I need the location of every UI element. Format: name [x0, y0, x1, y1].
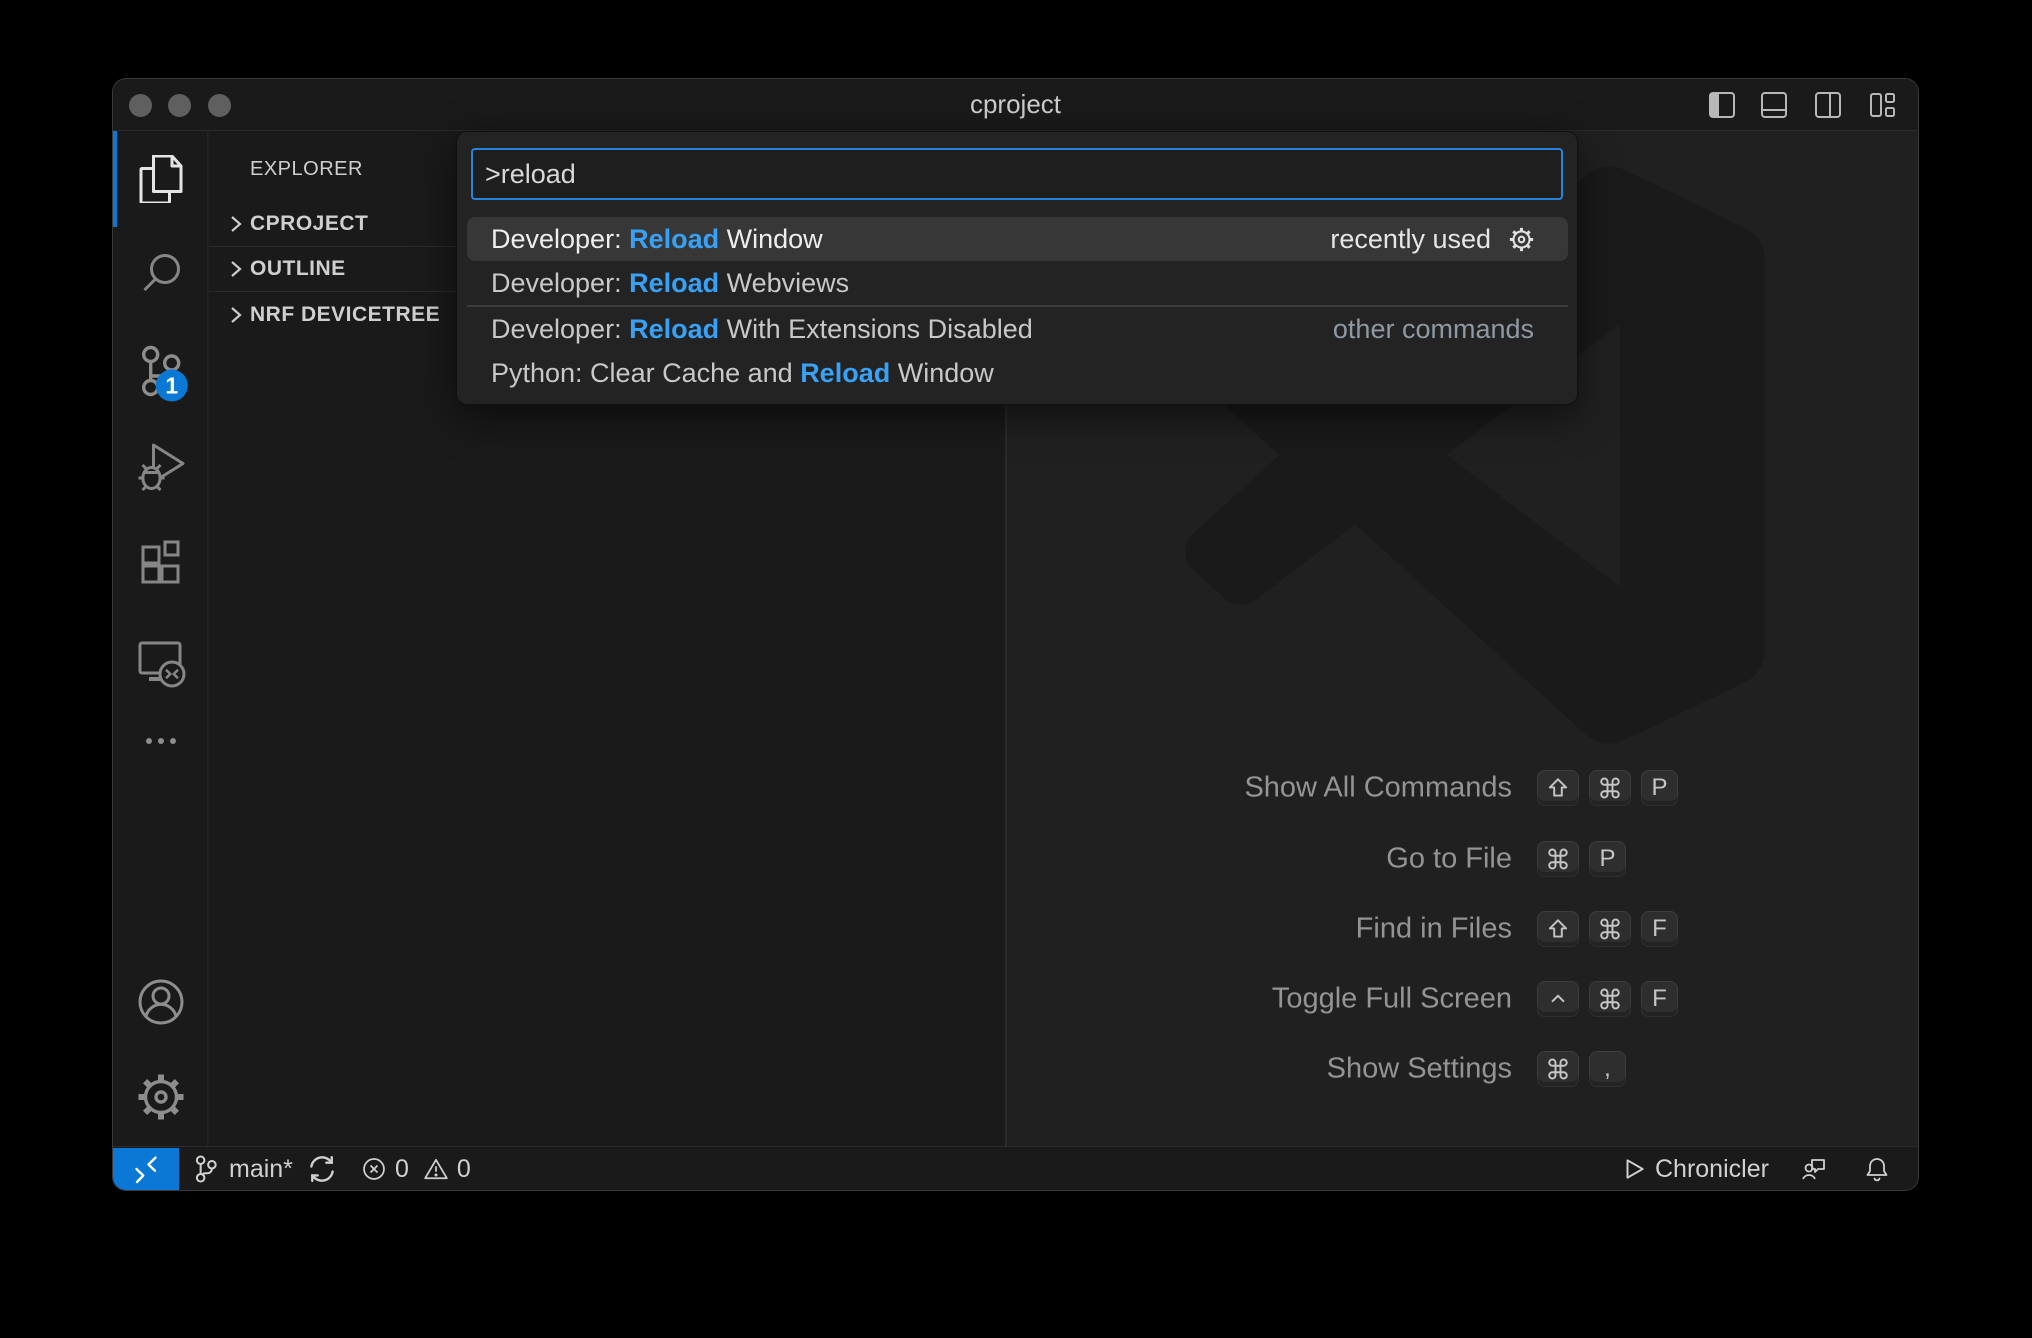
svg-text:1: 1 — [165, 373, 178, 399]
